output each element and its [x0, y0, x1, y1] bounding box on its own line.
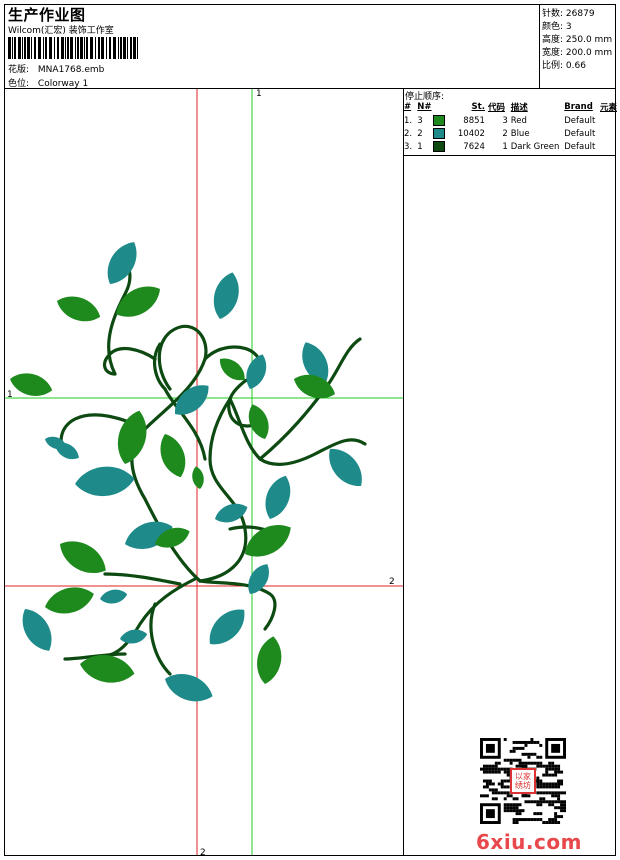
row-needle: 2 — [417, 127, 448, 140]
design-value: MNA1768.emb — [37, 65, 105, 75]
row-element — [600, 127, 620, 140]
col-description: 描述 — [510, 103, 528, 113]
watermark-text: 6xiu.com — [476, 830, 582, 854]
row-stitches: 8851 — [463, 115, 485, 126]
row-index: 3. — [404, 141, 413, 152]
table-row: 3. 1 7624 1 Dark Green Default — [404, 140, 620, 153]
row-description: Dark Green — [510, 141, 560, 152]
guide-label-red-bottom: 2 — [200, 848, 206, 855]
page-title: 生产作业图 — [8, 6, 86, 24]
red-seal-stamp: 以家绣坊 — [510, 768, 536, 794]
needle-number: 2 — [417, 129, 423, 139]
color-swatch — [433, 141, 446, 152]
studio-name: Wilcom(汇宏) 装饰工作室 — [8, 26, 114, 36]
stat-value: 26879 — [565, 9, 595, 19]
row-description: Blue — [510, 128, 530, 139]
stat-label: 比例: — [542, 61, 564, 71]
stat-colors: 颜色: 3 — [542, 19, 572, 32]
row-code: 1 — [502, 141, 508, 152]
stat-value: 200.0 mm — [565, 48, 613, 58]
stat-scale: 比例: 0.66 — [542, 58, 586, 71]
guide-label-red-right: 2 — [389, 577, 395, 587]
stat-stitches: 针数: 26879 — [542, 6, 595, 19]
table-row: 1. 3 8851 3 Red Default — [404, 114, 620, 127]
row-description: Red — [510, 115, 527, 126]
colorway-label: 色位: — [8, 79, 30, 89]
col-needle: N# — [417, 102, 432, 112]
stat-width: 宽度: 200.0 mm — [542, 45, 612, 58]
design-label: 花版: — [8, 65, 30, 75]
colorway-row: 色位: Colorway 1 — [8, 76, 88, 89]
row-stitches: 7624 — [463, 141, 485, 152]
col-brand: Brand — [564, 102, 593, 112]
design-row: 花版: MNA1768.emb — [8, 62, 104, 75]
header-divider — [539, 4, 540, 88]
needle-number: 1 — [417, 142, 423, 152]
col-index: # — [404, 102, 412, 112]
row-code: 2 — [502, 128, 508, 139]
vine-stems — [59, 257, 367, 676]
stat-value: 3 — [565, 22, 572, 32]
stat-value: 250.0 mm — [565, 35, 613, 45]
seal-glyphs: 以家绣坊 — [515, 772, 531, 790]
row-brand: Default — [564, 115, 596, 126]
table-row: 2. 2 10402 2 Blue Default — [404, 127, 620, 140]
color-swatch — [433, 128, 446, 139]
col-code: 代码 — [487, 103, 505, 113]
row-code: 3 — [502, 115, 508, 126]
stop-table-header: # N# St. 代码 描述 Brand 元素 — [404, 101, 620, 114]
stop-sequence-table: # N# St. 代码 描述 Brand 元素 1. 3 8851 3 Red … — [404, 101, 620, 153]
embroidery-canvas: 1 1 2 2 — [5, 89, 403, 855]
stat-label: 针数: — [542, 9, 564, 19]
needle-number: 3 — [417, 116, 423, 126]
guide-label-green-left: 1 — [7, 390, 13, 400]
canvas-divider — [403, 88, 404, 856]
row-element — [600, 140, 620, 153]
stat-height: 高度: 250.0 mm — [542, 32, 612, 45]
stat-label: 宽度: — [542, 48, 564, 58]
stat-value: 0.66 — [565, 61, 586, 71]
col-element: 元素 — [599, 103, 617, 113]
row-needle: 1 — [417, 140, 448, 153]
barcode — [8, 37, 138, 59]
guide-label-green-top: 1 — [256, 89, 262, 99]
stat-label: 高度: — [542, 35, 564, 45]
row-element — [600, 114, 620, 127]
row-brand: Default — [564, 141, 596, 152]
stat-label: 颜色: — [542, 22, 564, 32]
row-brand: Default — [564, 128, 596, 139]
row-stitches: 10402 — [457, 128, 485, 139]
color-swatch — [433, 115, 446, 126]
col-stitches: St. — [471, 102, 485, 112]
colorway-value: Colorway 1 — [37, 79, 89, 89]
row-index: 2. — [404, 128, 413, 139]
row-index: 1. — [404, 115, 413, 126]
stop-table-bottom-rule — [404, 155, 616, 156]
row-needle: 3 — [417, 114, 448, 127]
